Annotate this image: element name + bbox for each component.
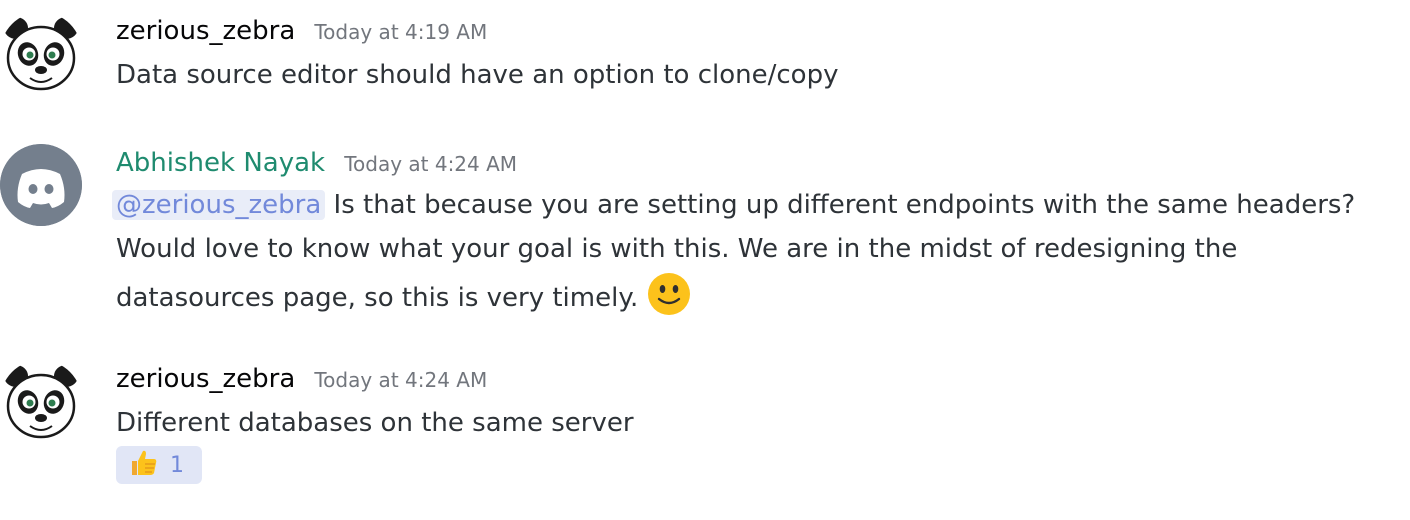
user-mention[interactable]: @zerious_zebra xyxy=(112,190,326,220)
message-header: Abhishek Nayak Today at 4:24 AM xyxy=(116,148,517,178)
reaction-button[interactable]: 1 xyxy=(116,446,202,484)
message-content-line: Would love to know what your goal is wit… xyxy=(116,234,1238,264)
message: zerious_zebra Today at 4:19 AM Data sour… xyxy=(0,12,1410,122)
message-content-line: @zerious_zebra Is that because you are s… xyxy=(112,184,1356,227)
message-text: datasources page, so this is very timely… xyxy=(116,283,639,313)
message-content-line: datasources page, so this is very timely… xyxy=(116,272,691,320)
username[interactable]: zerious_zebra xyxy=(116,16,295,46)
message-header: zerious_zebra Today at 4:19 AM xyxy=(116,16,487,46)
message-header: zerious_zebra Today at 4:24 AM xyxy=(116,364,487,394)
message: zerious_zebra Today at 4:24 AM Different… xyxy=(0,360,1410,500)
discord-logo-icon[interactable] xyxy=(0,144,82,226)
message: Abhishek Nayak Today at 4:24 AM @zerious… xyxy=(0,144,1410,324)
timestamp: Today at 4:19 AM xyxy=(314,20,488,44)
username[interactable]: Abhishek Nayak xyxy=(116,148,325,178)
message-content: Data source editor should have an option… xyxy=(116,60,839,90)
thumbs-up-icon xyxy=(128,447,160,483)
timestamp: Today at 4:24 AM xyxy=(314,368,488,392)
message-text: Is that because you are setting up diffe… xyxy=(325,190,1356,220)
username[interactable]: zerious_zebra xyxy=(116,364,295,394)
slightly-smiling-face-icon xyxy=(647,272,691,316)
panda-icon[interactable] xyxy=(0,12,82,94)
timestamp: Today at 4:24 AM xyxy=(344,152,518,176)
chat-messages: zerious_zebra Today at 4:19 AM Data sour… xyxy=(0,0,1410,520)
reaction-count: 1 xyxy=(170,452,184,478)
message-content: Different databases on the same server xyxy=(116,408,634,438)
panda-icon[interactable] xyxy=(0,360,82,442)
